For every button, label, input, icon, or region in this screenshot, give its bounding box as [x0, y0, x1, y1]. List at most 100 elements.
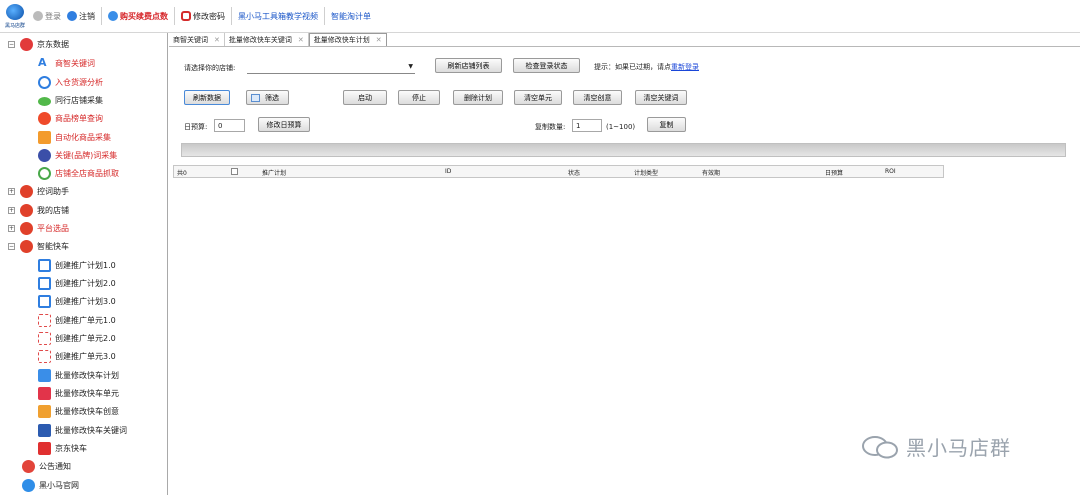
shop-select[interactable]: ▼ — [247, 62, 415, 74]
refresh-data-button[interactable]: 刷新数据 — [184, 90, 230, 105]
expand-icon[interactable]: + — [8, 187, 15, 195]
coin-icon — [38, 148, 51, 162]
sidebar-item-notice[interactable]: 公告通知 — [22, 457, 71, 475]
sidebar-item-auto-collect[interactable]: 自动化商品采集 — [38, 128, 111, 146]
target-icon — [38, 75, 51, 89]
col-header-plan-type[interactable]: 计划类型 — [634, 168, 658, 177]
shop-select-label: 请选择你的店铺: — [184, 64, 236, 72]
coin-icon — [108, 11, 118, 21]
main-panel: 商智关键词 ✕ 批量修改快车关键词 ✕ 批量修改快车计划 ✕ 请选择你的店铺: ▼ 刷… — [169, 33, 1080, 495]
sidebar-item-product-rank[interactable]: 商品榜单查询 — [38, 109, 103, 127]
sidebar-item-create-plan-2[interactable]: 创建推广计划2.0 — [38, 274, 116, 292]
sidebar-item-batch-edit-creative[interactable]: 批量修改快车创意 — [38, 402, 119, 420]
close-icon[interactable]: ✕ — [376, 36, 382, 44]
copy-button[interactable]: 复制 — [647, 117, 686, 132]
col-header-plan[interactable]: 推广计划 — [262, 168, 286, 177]
buy-points-button[interactable]: 购买续费点数 — [105, 0, 171, 33]
globe-icon — [22, 478, 35, 492]
tree-group-smart-express[interactable]: − 智能快车 — [8, 237, 69, 255]
sidebar-item-warehouse-analysis[interactable]: 入仓货源分析 — [38, 73, 103, 91]
person-icon — [38, 404, 51, 418]
sidebar-item-create-unit-1[interactable]: 创建推广单元1.0 — [38, 311, 116, 329]
collapse-icon[interactable]: − — [8, 40, 15, 48]
lock-icon — [181, 11, 191, 21]
clear-keyword-button[interactable]: 清空关键词 — [635, 90, 687, 105]
wechat-icon — [862, 435, 898, 458]
progress-bar — [181, 143, 1066, 157]
document-icon — [38, 258, 51, 272]
daily-budget-input[interactable]: 0 — [214, 119, 245, 132]
eye-icon — [38, 96, 51, 106]
mountain-icon — [20, 184, 33, 198]
sidebar-item-create-unit-2[interactable]: 创建推广单元2.0 — [38, 329, 116, 347]
sidebar-item-brand-keyword-collect[interactable]: 关键(品牌)词采集 — [38, 146, 117, 164]
sidebar-item-shop-products-grab[interactable]: 店铺全店商品抓取 — [38, 164, 119, 182]
tree-group-my-shop[interactable]: + 我的店铺 — [8, 201, 69, 219]
col-header-roi[interactable]: ROI — [885, 168, 896, 175]
calendar-icon — [38, 368, 51, 382]
delete-plan-button[interactable]: 删除计划 — [453, 90, 503, 105]
dropdown-arrow-icon: ▼ — [408, 63, 413, 70]
tab-batch-edit-plan[interactable]: 批量修改快车计划 ✕ — [308, 33, 387, 46]
select-all-checkbox[interactable] — [231, 168, 238, 175]
expand-icon[interactable]: + — [8, 224, 15, 232]
magnifier-icon — [38, 166, 51, 180]
logout-button[interactable]: 注销 — [64, 0, 98, 33]
close-icon[interactable]: ✕ — [298, 36, 304, 44]
sidebar-item-shangzhi-keyword[interactable]: A 商智关键词 — [38, 54, 95, 72]
modify-budget-button[interactable]: 修改日预算 — [258, 117, 310, 132]
col-header-validity[interactable]: 有效期 — [702, 168, 720, 177]
document-icon — [38, 276, 51, 290]
col-header-id[interactable]: ID — [445, 168, 451, 175]
relogin-link[interactable]: 重新登录 — [671, 63, 699, 71]
col-header-status[interactable]: 状态 — [568, 168, 580, 177]
tree-group-platform-selection[interactable]: + 平台选品 — [8, 219, 69, 237]
clear-unit-button[interactable]: 清空单元 — [514, 90, 562, 105]
tree-group-keyword-helper[interactable]: + 控词助手 — [8, 182, 69, 200]
copy-range-hint: (1~100) — [606, 123, 636, 131]
plan-grid-header: 共0 推广计划 ID 状态 计划类型 有效期 日预算 ROI — [173, 165, 944, 178]
sidebar-item-jd-express[interactable]: 京东快车 — [38, 439, 87, 457]
filter-button[interactable]: 筛选 — [246, 90, 289, 105]
app-logo: 黑马店群 — [0, 0, 30, 33]
smart-order-link[interactable]: 智能淘计单 — [328, 0, 374, 33]
sidebar-item-batch-edit-keyword[interactable]: 批量修改快车关键词 — [38, 421, 127, 439]
tree-group-jd-data[interactable]: − 京东数据 — [8, 35, 69, 53]
check-login-button[interactable]: 检查登录状态 — [513, 58, 580, 73]
tab-batch-edit-keyword[interactable]: 批量修改快车关键词 ✕ — [224, 33, 309, 46]
copy-count-input[interactable]: 1 — [572, 119, 602, 132]
expand-icon[interactable]: + — [8, 206, 15, 214]
sidebar-item-create-plan-3[interactable]: 创建推广计划3.0 — [38, 292, 116, 310]
clear-creative-button[interactable]: 清空创意 — [573, 90, 622, 105]
sidebar-tree: − 京东数据 A 商智关键词 入仓货源分析 同行店铺采集 商品榜单查询 自动化商… — [0, 33, 168, 495]
change-password-button[interactable]: 修改密码 — [178, 0, 228, 33]
sidebar-item-batch-edit-plan[interactable]: 批量修改快车计划 — [38, 366, 119, 384]
grid-icon — [38, 313, 51, 327]
daily-budget-label: 日预算: — [184, 123, 208, 131]
grid-total-count: 共0 — [177, 170, 187, 177]
col-header-daily-budget[interactable]: 日预算 — [825, 168, 843, 177]
sidebar-item-create-plan-1[interactable]: 创建推广计划1.0 — [38, 256, 116, 274]
user-icon — [33, 11, 43, 21]
sidebar-item-peer-shop-collect[interactable]: 同行店铺采集 — [38, 91, 103, 109]
sidebar-item-official-site[interactable]: 黑小马官网 — [22, 476, 79, 494]
clipboard-icon — [38, 423, 51, 437]
filter-icon — [251, 93, 260, 102]
watermark: 黑小马店群 — [860, 432, 1011, 461]
collapse-icon[interactable]: − — [8, 242, 15, 250]
stop-button[interactable]: 停止 — [398, 90, 440, 105]
tab-shangzhi-keyword[interactable]: 商智关键词 ✕ — [169, 33, 225, 46]
sidebar-item-create-unit-3[interactable]: 创建推广单元3.0 — [38, 347, 116, 365]
start-button[interactable]: 启动 — [343, 90, 387, 105]
grid-icon — [38, 331, 51, 345]
refresh-shop-list-button[interactable]: 刷新店铺列表 — [435, 58, 502, 73]
tip-text: 提示：如果已过期，请点重新登录 — [594, 63, 699, 71]
close-icon[interactable]: ✕ — [214, 36, 220, 44]
copy-count-label: 复制数量: — [535, 123, 566, 131]
tutorial-video-link[interactable]: 黑小马工具箱教学视频 — [235, 0, 321, 33]
speaker-icon — [22, 459, 35, 473]
car-icon — [20, 239, 33, 253]
search-icon — [20, 221, 33, 235]
sidebar-item-batch-edit-unit[interactable]: 批量修改快车单元 — [38, 384, 119, 402]
login-button[interactable]: 登录 — [30, 0, 64, 33]
